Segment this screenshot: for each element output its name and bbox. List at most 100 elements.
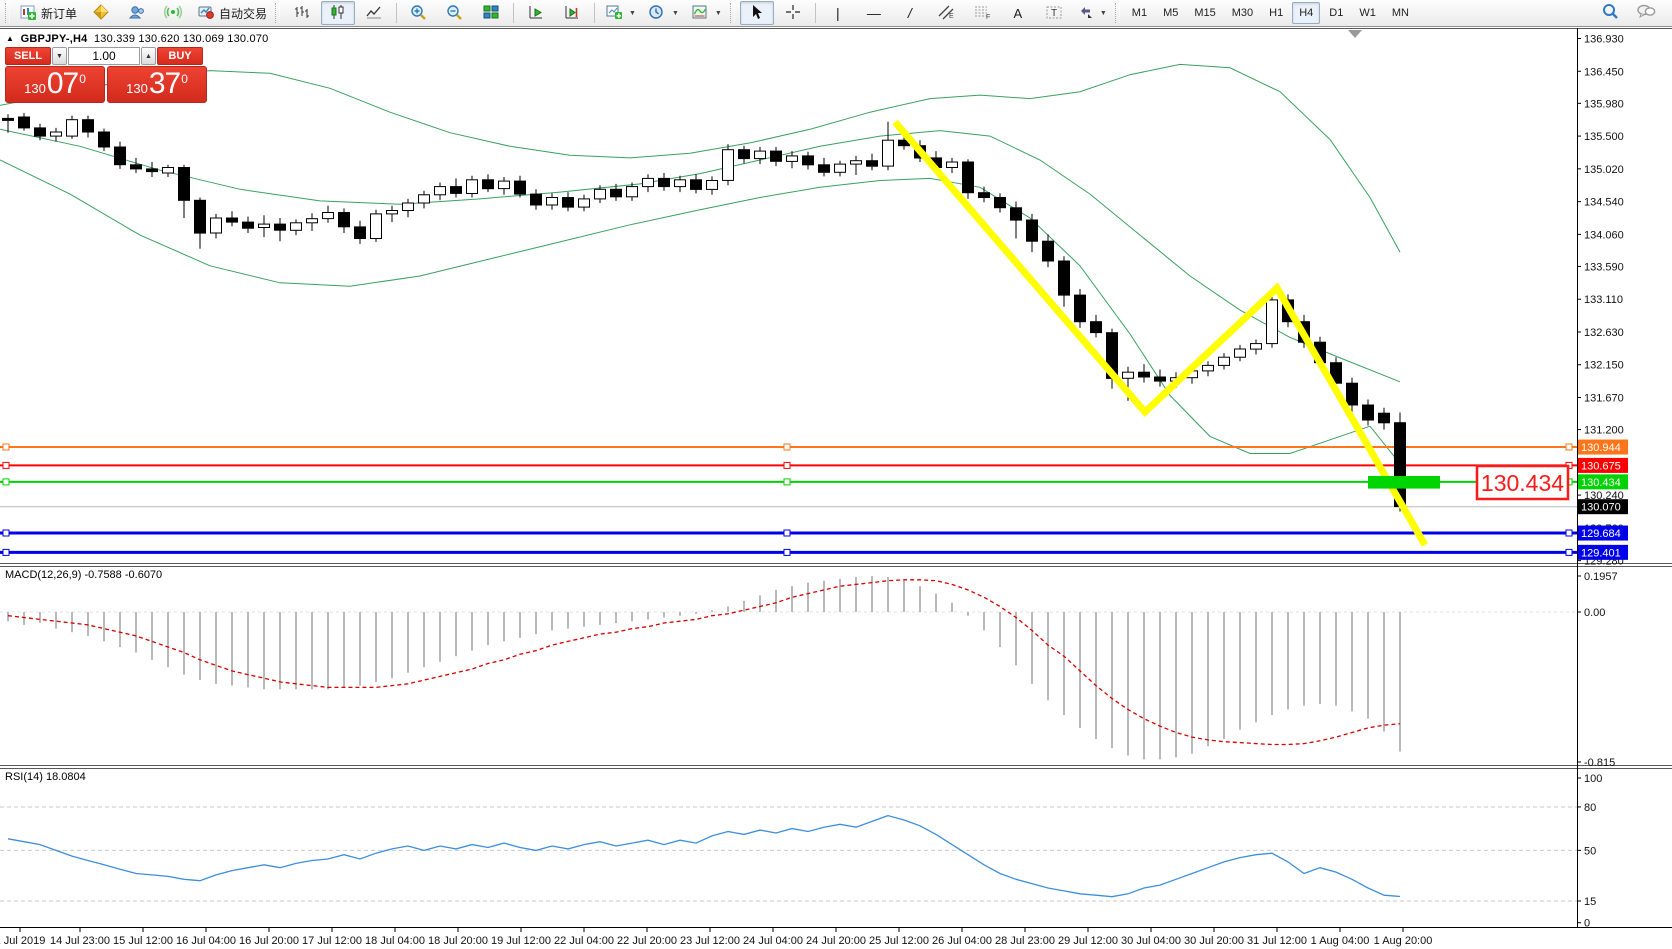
candle-body [67,120,78,136]
group-handle[interactable] [1115,3,1120,23]
sell-price-display[interactable]: 130 07 0 [5,66,105,103]
line-marker[interactable] [3,479,9,485]
volume-decrease-button[interactable]: ▼ [52,47,67,65]
candle-body [1155,377,1166,381]
timeframe-M1[interactable]: M1 [1125,2,1154,24]
line-marker[interactable] [1566,444,1572,450]
rectangle-object[interactable] [1368,476,1440,489]
line-marker[interactable] [784,462,790,468]
new-chart-button[interactable]: ▼ [600,1,641,25]
timeframe-M5[interactable]: M5 [1156,2,1185,24]
line-marker[interactable] [784,530,790,536]
horizontal-lines[interactable] [0,444,1577,555]
candle-body [467,180,478,194]
candle-body [1139,372,1150,377]
timeframe-H4[interactable]: H4 [1292,2,1320,24]
vertical-line-tool-button[interactable]: | [821,1,855,25]
chart-shift-button[interactable] [555,1,589,25]
zoom-out-button[interactable] [438,1,472,25]
line-marker[interactable] [784,549,790,555]
buy-button[interactable]: BUY [157,47,203,65]
dropdown-caret-icon[interactable]: ▼ [629,10,636,17]
dropdown-caret-icon[interactable]: ▼ [715,10,722,17]
sell-button[interactable]: SELL [5,47,51,65]
candle-body [659,178,670,186]
signals-button[interactable] [156,1,190,25]
candle-body [451,187,462,194]
timeframe-H1[interactable]: H1 [1262,2,1290,24]
text-label-tool-button[interactable]: T [1037,1,1071,25]
candle-body [835,164,846,172]
bar-chart-button[interactable] [285,1,319,25]
text-tool-button[interactable]: A [1001,1,1035,25]
zoom-in-button[interactable] [402,1,436,25]
toolbar-drag-handle[interactable] [5,3,10,23]
line-marker[interactable] [1566,549,1572,555]
shift-marker[interactable] [1348,30,1362,38]
cursor-tool-button[interactable] [740,1,774,25]
line-marker[interactable] [3,462,9,468]
svg-text:T: T [1051,8,1057,19]
auto-scroll-button[interactable] [519,1,553,25]
price-callout[interactable]: 130.434 [1477,466,1568,499]
price-chip-label: 129.684 [1581,528,1621,540]
horizontal-line-tool-button[interactable]: — [857,1,891,25]
time-tick-label: 17 Jul 12:00 [302,935,362,947]
line-marker[interactable] [784,444,790,450]
dropdown-caret-icon[interactable]: ▼ [1100,10,1107,17]
community-button[interactable] [120,1,154,25]
candle-body [579,199,590,207]
support-rectangle[interactable] [1368,476,1440,489]
chart-shift-marker-icon[interactable] [1348,30,1362,38]
group-handle[interactable] [730,3,735,23]
timeframe-M30[interactable]: M30 [1225,2,1260,24]
timeframe-D1[interactable]: D1 [1322,2,1350,24]
group-handle[interactable] [275,3,280,23]
new-order-button[interactable]: 新订单 [15,1,82,25]
collapse-panel-icon[interactable]: ▲ [6,34,14,43]
buy-price-display[interactable]: 130 37 0 [107,66,207,103]
line-chart-button[interactable] [357,1,391,25]
autotrading-button[interactable]: 自动交易 [192,1,272,25]
line-marker[interactable] [3,549,9,555]
price-tick-label: 135.980 [1584,98,1624,110]
bollinger-lower [0,160,1400,464]
indicators-button[interactable]: ▼ [686,1,727,25]
candle-body [1203,365,1214,371]
candle-body [355,227,366,239]
search-button[interactable] [1593,1,1627,25]
fibonacci-tool-button[interactable]: F [965,1,999,25]
line-marker[interactable] [3,444,9,450]
candle-body [51,132,62,136]
timeframe-W1[interactable]: W1 [1352,2,1383,24]
tile-windows-button[interactable] [474,1,508,25]
timeframe-MN[interactable]: MN [1385,2,1416,24]
candle-body [819,165,830,173]
line-marker[interactable] [1566,530,1572,536]
profiles-button[interactable]: ▼ [643,1,684,25]
crosshair-tool-button[interactable] [776,1,810,25]
time-tick-label: 19 Jul 12:00 [491,935,551,947]
timeframe-M15[interactable]: M15 [1187,2,1222,24]
timeframe-group: M1M5M15M30H1H4D1W1MN [1124,2,1417,24]
volume-increase-button[interactable]: ▲ [141,47,156,65]
volume-input[interactable]: 1.00 [68,47,140,65]
chat-button[interactable] [1629,1,1663,25]
candle-body [1219,357,1230,365]
candle-body [499,181,510,189]
candle-body [547,198,558,206]
trendline-tool-button[interactable]: / [893,1,927,25]
rsi-tick-label: 100 [1584,773,1602,785]
mql5-button[interactable] [84,1,118,25]
channel-tool-button[interactable]: E [929,1,963,25]
chart-canvas[interactable]: 130.434136.930136.450135.980135.500135.0… [0,0,1672,949]
line-marker[interactable] [3,530,9,536]
price-chip-label: 130.675 [1581,460,1621,472]
dropdown-caret-icon[interactable]: ▼ [672,10,679,17]
price-tick-label: 132.630 [1584,327,1624,339]
line-marker[interactable] [784,479,790,485]
arrows-tool-button[interactable]: ▼ [1073,1,1112,25]
time-tick-label: 15 Jul 12:00 [113,935,173,947]
candle-body [643,178,654,186]
candlestick-chart-button[interactable] [321,1,355,25]
